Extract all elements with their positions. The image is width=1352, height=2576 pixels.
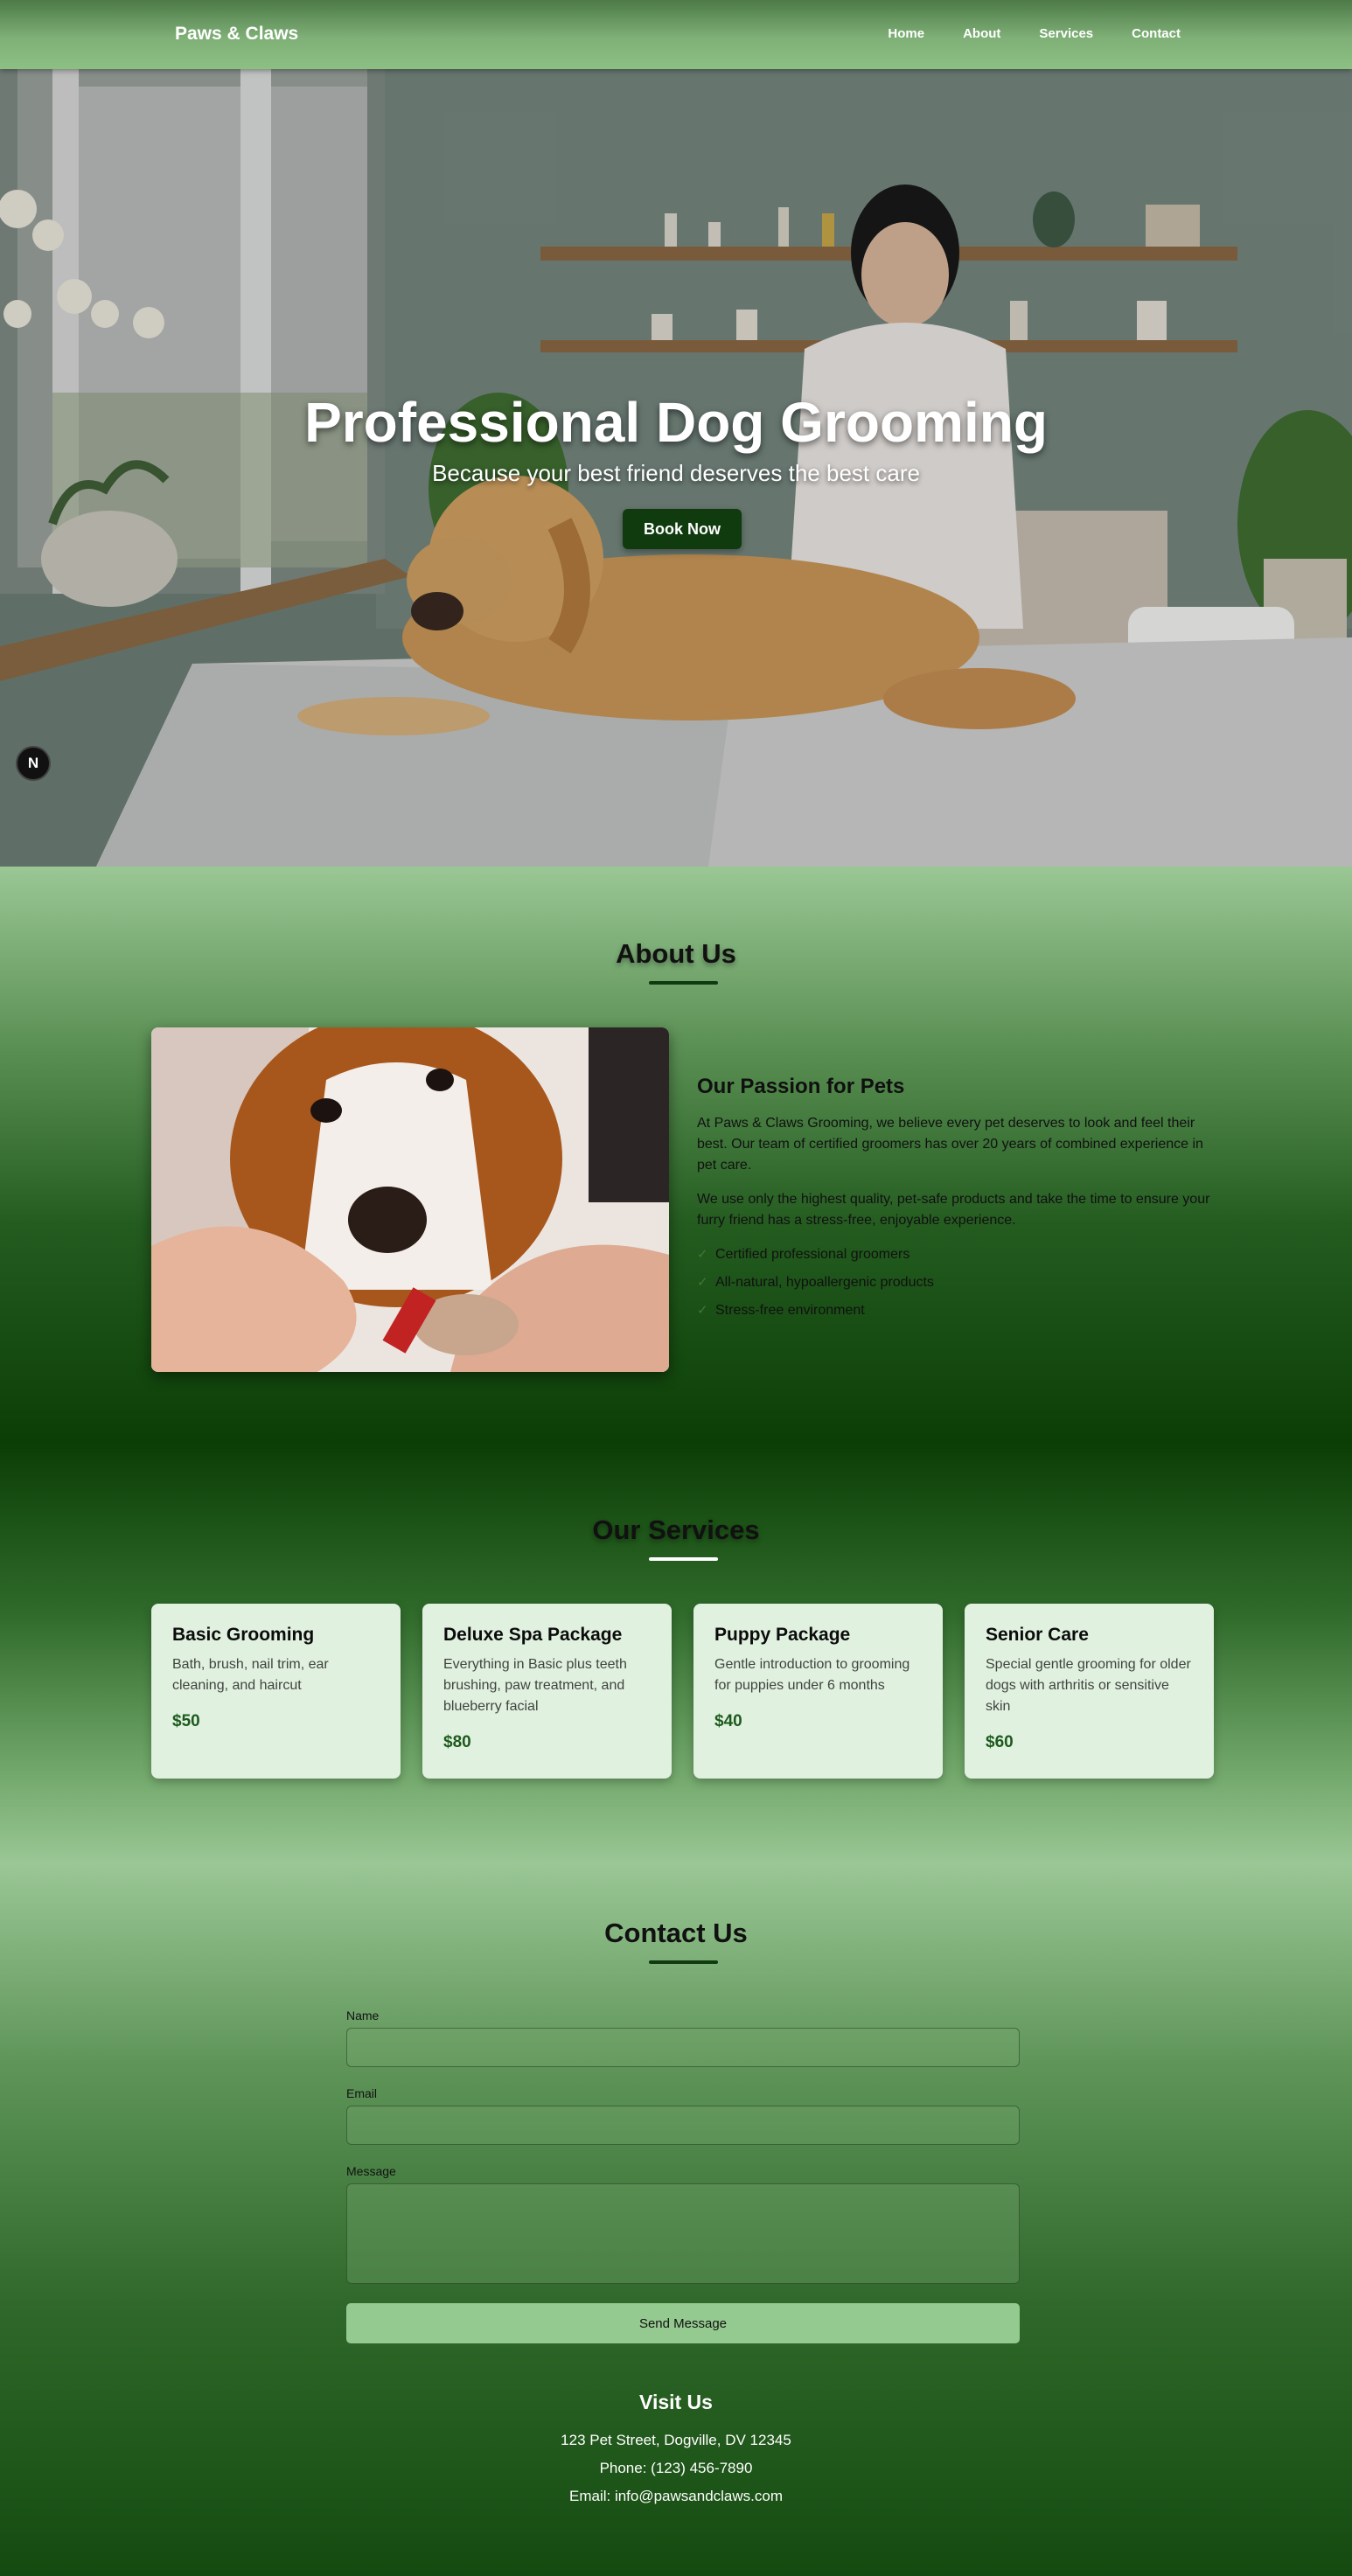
message-label: Message [346, 2164, 396, 2178]
service-name: Deluxe Spa Package [443, 1625, 623, 1645]
hero-section: Professional Dog Grooming Because your b… [0, 69, 1352, 867]
service-card-senior-care[interactable]: Senior Care Special gentle grooming for … [965, 1604, 1214, 1779]
visit-title: Visit Us [639, 2391, 713, 2413]
feature-list: ✓ Certified professional groomers ✓ All-na… [697, 1244, 1222, 1321]
hero-title: Professional Dog Grooming [304, 391, 1048, 454]
check-icon: ✓ [697, 1303, 708, 1318]
service-name: Senior Care [986, 1625, 1089, 1645]
feature-item: ✓ Certified professional groomers [697, 1244, 1222, 1265]
nav-link-home[interactable]: Home [888, 26, 924, 41]
nav-link-contact[interactable]: Contact [1132, 26, 1181, 41]
about-text-block: Our Passion for Pets At Paws & Claws Gro… [697, 1075, 1222, 1328]
about-paragraph-2: We use only the highest quality, pet-saf… [697, 1192, 1210, 1228]
email-label: Email [346, 2086, 378, 2100]
service-description: Gentle introduction to grooming for pupp… [714, 1657, 910, 1693]
framework-badge-icon[interactable]: N [16, 746, 51, 781]
brand-logo[interactable]: Paws & Claws [175, 24, 298, 45]
services-title-underline [649, 1557, 718, 1561]
nav-link-about[interactable]: About [963, 26, 1000, 41]
about-title-underline [649, 981, 718, 985]
service-name: Basic Grooming [172, 1625, 315, 1645]
service-price: $80 [443, 1733, 471, 1751]
feature-label: Certified professional groomers [715, 1247, 910, 1262]
address-text: 123 Pet Street, Dogville, DV 12345 [561, 2432, 791, 2448]
nav-links: Home About Services Contact [888, 26, 1181, 41]
name-label: Name [346, 2009, 380, 2023]
contact-section: Contact Us Name Email Message Send Messa… [0, 1863, 1352, 2576]
service-card-deluxe-spa[interactable]: Deluxe Spa Package Everything in Basic p… [422, 1604, 672, 1779]
email-text: Email: info@pawsandclaws.com [568, 2488, 784, 2504]
about-title: About Us [616, 938, 736, 969]
service-card-basic-grooming[interactable]: Basic Grooming Bath, brush, nail trim, e… [151, 1604, 401, 1779]
service-price: $60 [986, 1733, 1014, 1751]
contact-title: Contact Us [604, 1918, 748, 1948]
hero-subtitle: Because your best friend deserves the be… [432, 460, 920, 486]
service-card-puppy-package[interactable]: Puppy Package Gentle introduction to gro… [693, 1604, 943, 1779]
services-title: Our Services [592, 1514, 760, 1545]
feature-label: Stress-free environment [715, 1303, 865, 1318]
service-price: $50 [172, 1712, 200, 1730]
nav-link-services[interactable]: Services [1039, 26, 1093, 41]
about-section: About Us Our Passion for Pets At Paws & … [0, 867, 1352, 1444]
feature-item: ✓ All-natural, hypoallergenic products [697, 1272, 1222, 1293]
top-nav: Paws & Claws Home About Services Contact [0, 0, 1352, 69]
check-icon: ✓ [697, 1247, 708, 1262]
check-icon: ✓ [697, 1275, 708, 1290]
service-cards: Basic Grooming Bath, brush, nail trim, e… [151, 1604, 1214, 1779]
about-heading: Our Passion for Pets [697, 1075, 905, 1098]
service-name: Puppy Package [714, 1625, 851, 1645]
services-section: Our Services Basic Grooming Bath, brush,… [0, 1444, 1352, 1863]
contact-title-underline [649, 1960, 718, 1964]
service-description: Everything in Basic plus teeth brushing,… [443, 1657, 627, 1714]
book-now-button[interactable]: Book Now [623, 509, 742, 549]
contact-form: Name Email Message Send Message [346, 2009, 1020, 2343]
feature-label: All-natural, hypoallergenic products [715, 1275, 934, 1290]
send-message-button[interactable]: Send Message [346, 2303, 1020, 2343]
about-paragraph-1: At Paws & Claws Grooming, we believe eve… [697, 1116, 1203, 1173]
service-description: Bath, brush, nail trim, ear cleaning, an… [172, 1657, 329, 1693]
feature-item: ✓ Stress-free environment [697, 1300, 1222, 1321]
about-dog-photo [151, 1027, 669, 1372]
visit-us-block: Visit Us 123 Pet Street, Dogville, DV 12… [0, 2391, 1352, 2516]
phone-text: Phone: (123) 456-7890 [599, 2460, 753, 2476]
message-field[interactable] [346, 2183, 1020, 2284]
name-field[interactable] [346, 2028, 1020, 2067]
email-field[interactable] [346, 2106, 1020, 2145]
service-description: Special gentle grooming for older dogs w… [986, 1657, 1191, 1714]
service-price: $40 [714, 1712, 742, 1730]
